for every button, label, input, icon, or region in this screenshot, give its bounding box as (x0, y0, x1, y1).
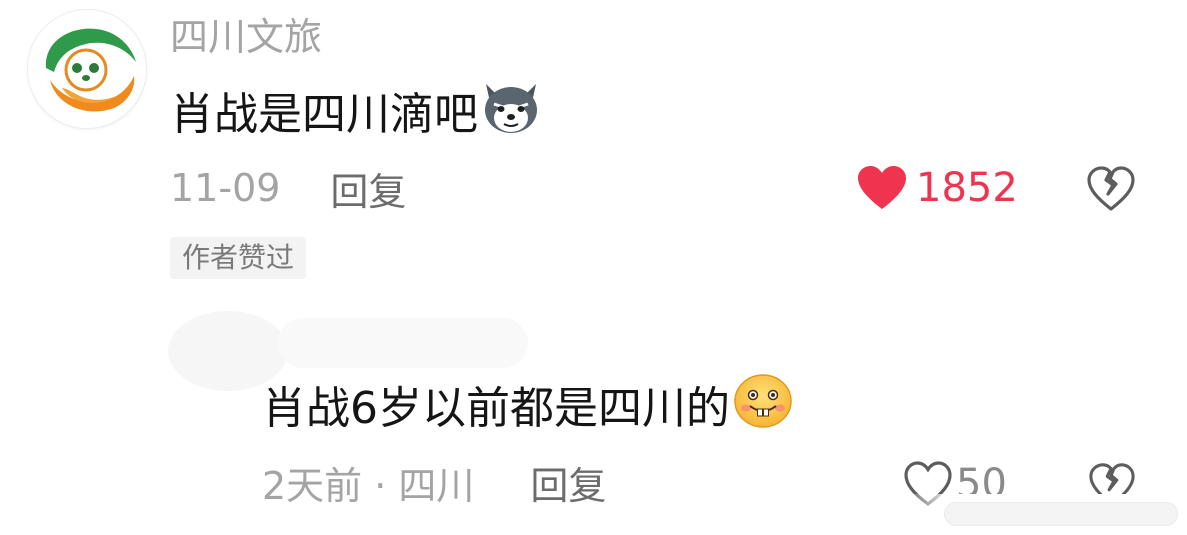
reply-reply-button[interactable]: 回复 (530, 455, 606, 510)
author-liked-badge: 作者赞过 (170, 237, 307, 279)
username[interactable]: 四川文旅 (170, 14, 322, 60)
comment-meta: 11-09 回复 (170, 162, 406, 214)
like-button[interactable]: 1852 (856, 162, 1018, 214)
reply-comment-text: 肖战6岁以前都是四川的 (262, 372, 794, 446)
watermark-bar (945, 503, 1177, 525)
like-count: 1852 (916, 165, 1018, 211)
avatar[interactable] (28, 10, 146, 128)
heart-filled-icon (858, 166, 906, 209)
reply-button[interactable]: 回复 (330, 161, 406, 216)
comment-body: 肖战是四川滴吧 (170, 89, 478, 140)
reply-body: 肖战6岁以前都是四川的 (262, 383, 730, 434)
sichuan-tourism-logo-icon (28, 10, 146, 128)
broken-heart-icon (1087, 166, 1135, 211)
reply-meta: 2天前 · 四川 回复 (262, 456, 606, 508)
reply-time-location: 2天前 · 四川 (262, 463, 475, 508)
dog-face-emoji-icon (480, 78, 542, 152)
comment-text: 肖战是四川滴吧 (170, 78, 542, 152)
comment-date: 11-09 (170, 166, 281, 210)
dislike-button[interactable] (1086, 163, 1136, 213)
buck-teeth-smile-emoji-icon (732, 372, 794, 446)
